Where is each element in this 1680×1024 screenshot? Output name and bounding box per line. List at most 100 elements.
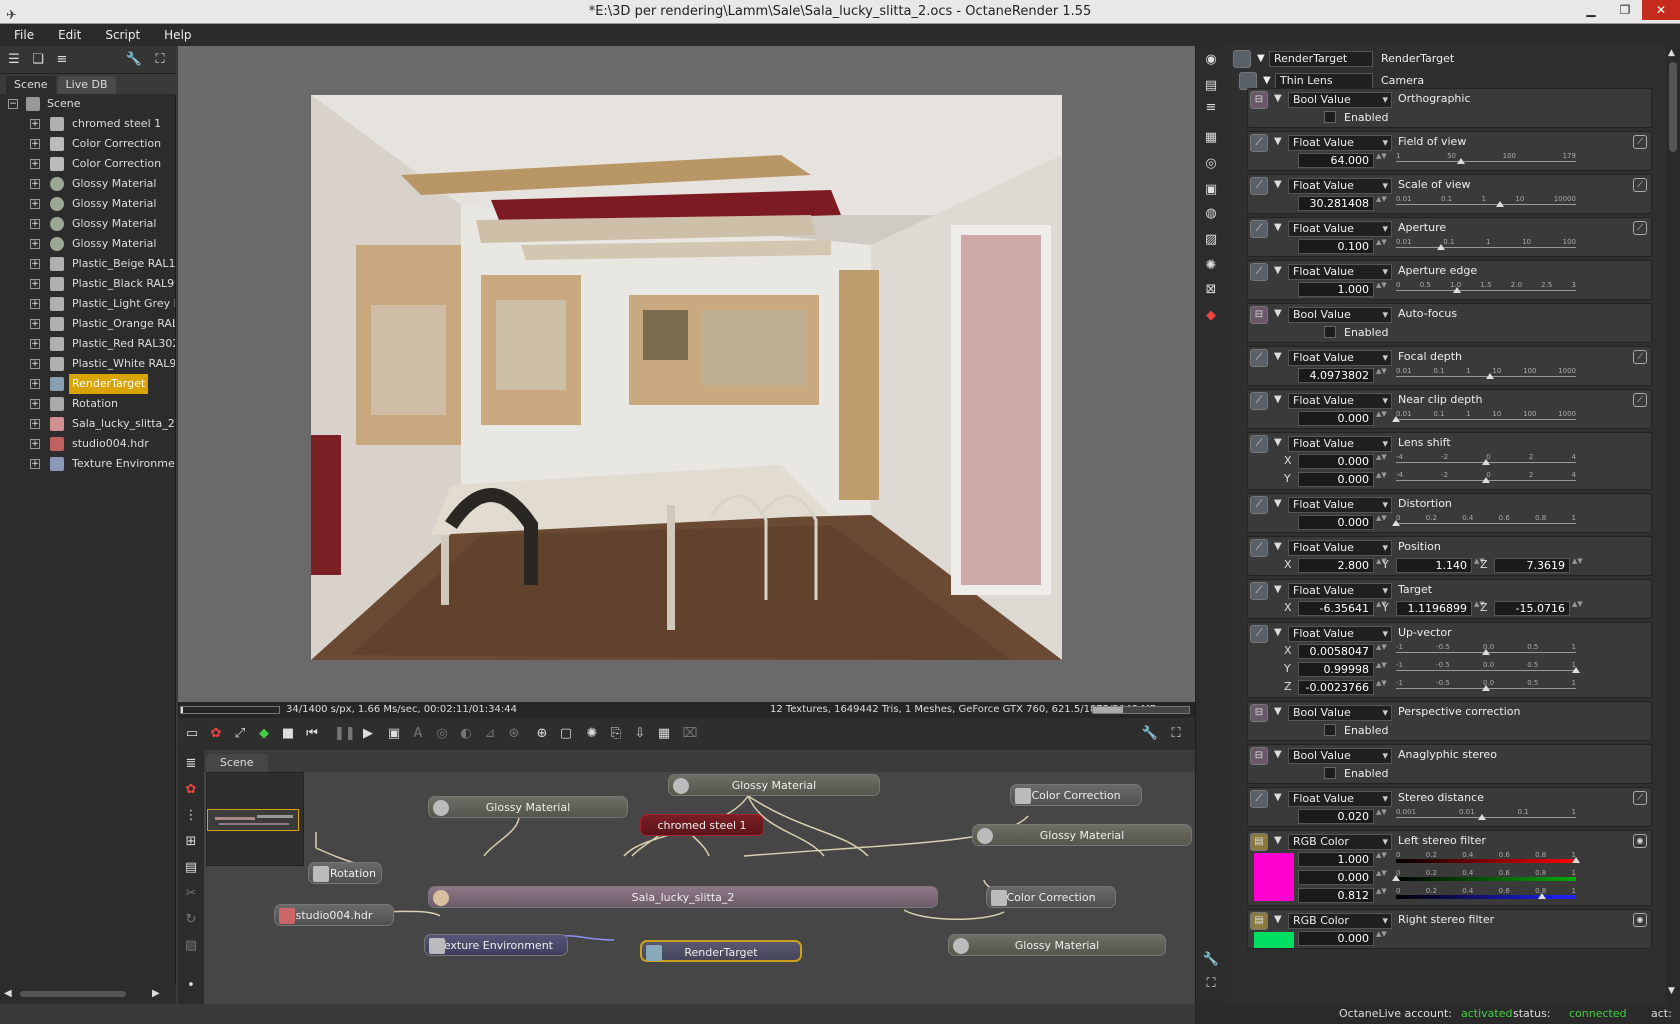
slider-handle[interactable] (1486, 373, 1494, 379)
collapse-icon[interactable]: − (8, 99, 18, 109)
export-icon[interactable]: ⇩ (630, 724, 650, 744)
fullscreen-icon[interactable]: ⛶ (1166, 724, 1186, 744)
spin-arrows[interactable]: ▲▼ (1376, 472, 1387, 487)
expand-icon[interactable]: + (30, 339, 40, 349)
slider-mode-icon[interactable]: ⟋ (1633, 221, 1647, 235)
spin-arrows[interactable]: ▲▼ (1376, 411, 1387, 426)
node-dot-icon[interactable]: • (181, 976, 201, 996)
value-slider[interactable]: 0 0.2 0.4 0.6 0.8 1 (1392, 514, 1576, 528)
tree-item[interactable]: + Color Correction (0, 134, 175, 154)
value-field[interactable]: 30.281408 (1298, 196, 1374, 211)
tree-item[interactable]: + Glossy Material (0, 174, 175, 194)
collapse-icon[interactable]: ▼ (1274, 498, 1282, 509)
tree-item[interactable]: + Glossy Material (0, 234, 175, 254)
value-type-combo[interactable]: Float Value (1288, 626, 1392, 642)
x-field[interactable]: 0.0058047 (1298, 644, 1374, 659)
node-cut-icon[interactable]: ✂ (181, 884, 201, 904)
collapse-icon[interactable]: ▼ (1274, 179, 1282, 190)
slider-mode-icon[interactable]: ⟋ (1633, 393, 1647, 407)
spin-arrows[interactable]: ▲▼ (1376, 809, 1387, 824)
value-type-combo[interactable]: Bool Value (1288, 92, 1392, 108)
expand-icon[interactable]: + (30, 179, 40, 189)
outliner-scrollbar[interactable]: ◀ ▶ (0, 984, 176, 1004)
tree-item[interactable]: + Plastic_Light Grey RA (0, 294, 175, 314)
tree-item[interactable]: + studio004.hdr (0, 434, 175, 454)
stop-icon[interactable]: ■ (278, 724, 298, 744)
scroll-thumb[interactable] (1669, 62, 1677, 152)
camera-icon[interactable]: ◎ (1201, 154, 1221, 174)
spin-arrows[interactable]: ▲▼ (1376, 888, 1387, 903)
value-field[interactable]: 0.000 (1298, 515, 1374, 530)
spin-arrows[interactable]: ▲▼ (1572, 601, 1583, 616)
node-glossy-material-1[interactable]: Glossy Material (428, 796, 628, 818)
expand-icon[interactable]: + (30, 459, 40, 469)
wrench-icon[interactable]: 🔧 (124, 50, 144, 70)
minimize-button[interactable]: ▁ (1574, 0, 1608, 20)
expand-icon[interactable]: + (30, 439, 40, 449)
slider-handle[interactable] (1482, 459, 1490, 465)
rendertarget-combo[interactable]: RenderTarget (1269, 51, 1373, 67)
tree-item[interactable]: + RenderTarget (0, 374, 175, 394)
value-type-combo[interactable]: Float Value (1288, 178, 1392, 194)
slider-handle[interactable] (1392, 520, 1400, 526)
collapse-icon[interactable]: ▼ (1274, 136, 1282, 147)
value-type-combo[interactable]: Float Value (1288, 497, 1392, 513)
x-field[interactable]: -6.35641 (1298, 601, 1374, 616)
value-slider[interactable]: 0 0.5 1.0 1.5 2.0 2.5 3 (1396, 281, 1576, 295)
enabled-checkbox[interactable] (1324, 767, 1336, 779)
node-glossy-material-3[interactable]: Glossy Material (972, 824, 1192, 846)
expand-icon[interactable]: + (30, 279, 40, 289)
spin-arrows[interactable]: ▲▼ (1572, 558, 1583, 573)
node-studio-hdr[interactable]: studio004.hdr (274, 904, 394, 926)
value-slider[interactable]: -4 -2 0 2 4 (1396, 471, 1576, 485)
tree-item[interactable]: + Rotation (0, 394, 175, 414)
node-rendertarget[interactable]: RenderTarget (640, 940, 802, 962)
channel-slider[interactable]: 0 0.2 0.4 0.6 0.8 1 (1392, 869, 1576, 883)
slider-handle[interactable] (1457, 158, 1465, 164)
spin-arrows[interactable]: ▲▼ (1376, 644, 1387, 659)
collapse-icon[interactable]: ▼ (1274, 584, 1282, 595)
value-slider[interactable]: 1 50 100 179 (1396, 152, 1576, 166)
spin-arrows[interactable]: ▲▼ (1376, 239, 1387, 254)
slider-handle[interactable] (1572, 667, 1580, 673)
node-layout-icon[interactable]: ⋮ (181, 806, 201, 826)
slider-handle[interactable] (1538, 893, 1546, 899)
menu-edit[interactable]: Edit (46, 24, 93, 46)
node-mesh-sala[interactable]: Sala_lucky_slitta_2 (428, 886, 938, 908)
post-icon[interactable]: ◆ (1201, 306, 1221, 326)
node-chromed-steel[interactable]: chromed steel 1 (640, 814, 764, 836)
value-type-combo[interactable]: Float Value (1288, 791, 1392, 807)
wrench-icon[interactable]: 🔧 (1201, 950, 1221, 970)
x-field[interactable]: 0.000 (1298, 454, 1374, 469)
tab-node-scene[interactable]: Scene (206, 754, 268, 772)
z-field[interactable]: -15.0716 (1494, 601, 1570, 616)
tree-item[interactable]: + Plastic_Beige RAL101 (0, 254, 175, 274)
collapse-icon[interactable]: ▼ (1274, 351, 1282, 362)
collapse-icon[interactable]: ▼ (1274, 627, 1282, 638)
slider-handle[interactable] (1496, 201, 1504, 207)
maximize-button[interactable]: ❐ (1608, 0, 1642, 20)
slider-handle[interactable] (1437, 244, 1445, 250)
outliner-icon[interactable]: ☰ (4, 50, 24, 70)
menu-file[interactable]: File (2, 24, 46, 46)
tree-item[interactable]: + Plastic_Red RAL3020 (0, 334, 175, 354)
slider-handle[interactable] (1453, 287, 1461, 293)
afocus-icon[interactable]: A (408, 724, 428, 744)
menu-help[interactable]: Help (152, 24, 203, 46)
globe-icon[interactable]: ◍ (1201, 204, 1221, 224)
value-type-combo[interactable]: RGB Color (1288, 913, 1392, 929)
slider-handle[interactable] (1482, 685, 1490, 691)
camera-type-combo[interactable]: Thin Lens Camera (1275, 73, 1373, 101)
value-field[interactable]: 1.000 (1298, 282, 1374, 297)
slider-mode-icon[interactable]: ⟋ (1633, 135, 1647, 149)
r-field[interactable]: 0.000 (1298, 931, 1374, 946)
scroll-right-icon[interactable]: ▶ (152, 988, 160, 999)
spin-arrows[interactable]: ▲▼ (1376, 196, 1387, 211)
r-field[interactable]: 1.000 (1298, 852, 1374, 867)
value-type-combo[interactable]: Float Value (1288, 350, 1392, 366)
value-type-combo[interactable]: Bool Value (1288, 705, 1392, 721)
save-image-icon[interactable]: ▦ (654, 724, 674, 744)
collapse-icon[interactable]: ▼ (1274, 308, 1282, 319)
tree-item[interactable]: + Texture Environment (0, 454, 175, 474)
white-balance-icon[interactable]: ◎ (432, 724, 452, 744)
